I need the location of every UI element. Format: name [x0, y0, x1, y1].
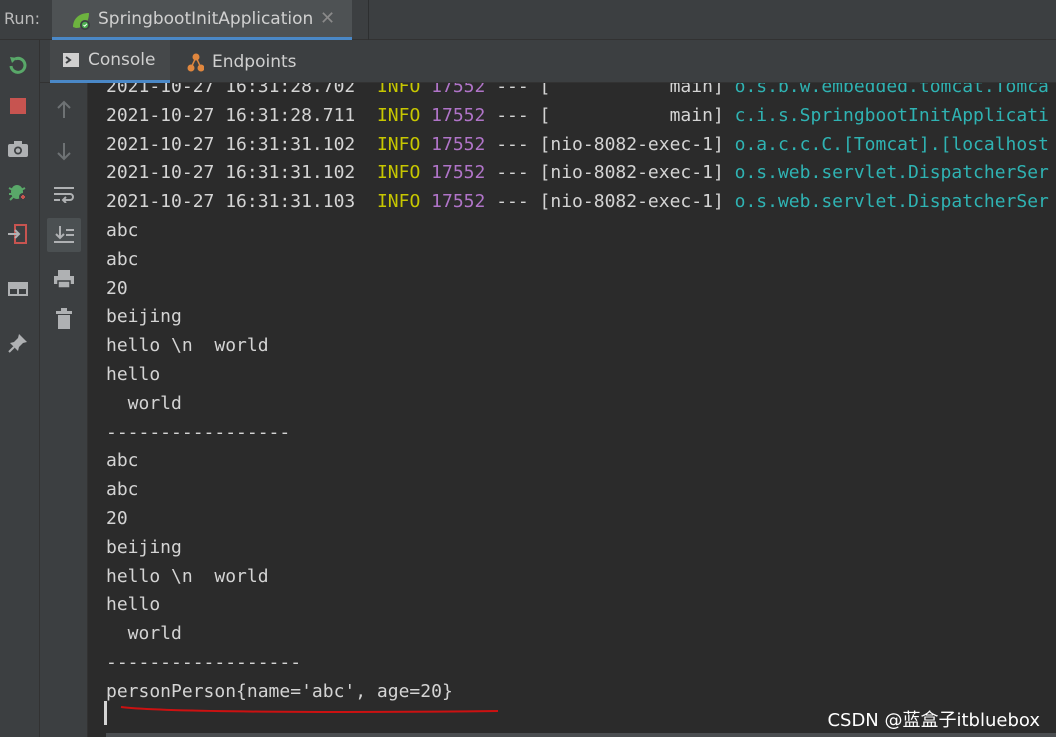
log-separator: --- — [496, 104, 529, 126]
run-config-tab[interactable]: SpringbootInitApplication ✕ — [52, 0, 352, 40]
run-tool-window-header: Run: SpringbootInitApplication ✕ — [0, 0, 1056, 40]
exit-icon[interactable] — [5, 221, 31, 247]
output-line: world — [106, 392, 182, 414]
log-date: 2021-10-27 — [106, 133, 215, 155]
run-tab-title: SpringbootInitApplication — [98, 9, 314, 29]
scroll-to-end-icon[interactable] — [47, 218, 81, 252]
up-arrow-icon[interactable] — [47, 93, 81, 127]
output-line: abc — [106, 450, 139, 472]
log-separator: --- — [496, 133, 529, 155]
close-tab-icon[interactable]: ✕ — [320, 8, 335, 29]
log-line: 2021-10-27 16:31:31.102 INFO 17552 --- [… — [106, 159, 1049, 188]
log-logger: o.s.web.servlet.DispatcherSer — [734, 162, 1049, 184]
header-divider — [368, 0, 369, 40]
log-thread: [nio-8082-exec-1] — [539, 191, 724, 213]
output-line: beijing — [106, 306, 182, 328]
output-line: personPerson{name='abc', age=20} — [106, 680, 453, 702]
log-thread: [nio-8082-exec-1] — [539, 162, 724, 184]
spring-boot-icon — [70, 10, 92, 32]
log-level: INFO — [376, 162, 421, 184]
log-separator: --- — [496, 83, 529, 97]
output-line: hello — [106, 594, 161, 616]
output-line: 20 — [106, 507, 128, 529]
log-time: 16:31:31.103 — [225, 191, 356, 213]
layout-icon[interactable] — [5, 276, 31, 302]
log-level: INFO — [376, 133, 421, 155]
log-time: 16:31:28.702 — [225, 83, 356, 97]
debug-bug-icon[interactable] — [5, 178, 31, 204]
log-level: INFO — [376, 191, 421, 213]
log-time: 16:31:31.102 — [225, 133, 356, 155]
log-separator: --- — [496, 191, 529, 213]
stop-icon[interactable] — [5, 93, 31, 119]
run-label: Run: — [4, 9, 41, 28]
rerun-icon[interactable] — [5, 52, 31, 78]
tab-endpoints[interactable]: Endpoints — [186, 40, 316, 83]
log-time: 16:31:31.102 — [225, 162, 356, 184]
log-pid: 17552 — [431, 191, 486, 213]
log-logger: c.i.s.SpringbootInitApplicati — [734, 104, 1049, 126]
log-level: INFO — [376, 83, 421, 97]
log-level: INFO — [376, 104, 421, 126]
horizontal-scrollbar[interactable] — [106, 733, 1056, 737]
tab-endpoints-label: Endpoints — [212, 51, 297, 72]
output-line: abc — [106, 248, 139, 270]
camera-icon[interactable] — [5, 136, 31, 162]
output-line: hello — [106, 363, 161, 385]
output-line: ----------------- — [106, 421, 291, 443]
output-line: ------------------ — [106, 651, 302, 673]
console-icon — [62, 51, 80, 69]
log-date: 2021-10-27 — [106, 191, 215, 213]
output-line: world — [106, 623, 182, 645]
log-pid: 17552 — [431, 83, 486, 97]
down-arrow-icon[interactable] — [47, 134, 81, 168]
log-time: 16:31:28.711 — [225, 104, 356, 126]
print-icon[interactable] — [47, 262, 81, 296]
output-line: 20 — [106, 277, 128, 299]
output-line: abc — [106, 219, 139, 241]
log-pid: 17552 — [431, 104, 486, 126]
log-line: 2021-10-27 16:31:28.702 INFO 17552 --- [… — [106, 83, 1049, 102]
output-line: abc — [106, 479, 139, 501]
tab-console[interactable]: Console — [50, 40, 170, 83]
log-thread: [ main] — [539, 83, 724, 97]
text-cursor — [104, 701, 107, 725]
console-subtab-bar: Console Endpoints — [40, 40, 1056, 83]
log-line: 2021-10-27 16:31:31.102 INFO 17552 --- [… — [106, 131, 1049, 160]
output-line: beijing — [106, 536, 182, 558]
console-toolbar — [40, 83, 88, 737]
log-thread: [ main] — [539, 104, 724, 126]
console-output[interactable]: 2021-10-27 16:31:28.702 INFO 17552 --- [… — [88, 83, 1056, 737]
log-date: 2021-10-27 — [106, 104, 215, 126]
endpoints-icon — [186, 53, 204, 71]
run-left-toolbar — [0, 40, 40, 737]
log-logger: o.s.b.w.embedded.tomcat.Tomca — [734, 83, 1049, 97]
log-thread: [nio-8082-exec-1] — [539, 133, 724, 155]
log-pid: 17552 — [431, 162, 486, 184]
log-line: 2021-10-27 16:31:31.103 INFO 17552 --- [… — [106, 188, 1049, 217]
log-date: 2021-10-27 — [106, 162, 215, 184]
log-pid: 17552 — [431, 133, 486, 155]
log-line: 2021-10-27 16:31:28.711 INFO 17552 --- [… — [106, 102, 1049, 131]
clear-icon[interactable] — [47, 302, 81, 336]
log-separator: --- — [496, 162, 529, 184]
soft-wrap-icon[interactable] — [47, 177, 81, 211]
log-logger: o.s.web.servlet.DispatcherSer — [734, 191, 1049, 213]
console-lines: 2021-10-27 16:31:28.702 INFO 17552 --- [… — [106, 83, 1049, 707]
watermark: CSDN @蓝盒子itbluebox — [827, 710, 1040, 731]
output-line: hello \n world — [106, 335, 269, 357]
output-line: hello \n world — [106, 565, 269, 587]
log-logger: o.a.c.c.C.[Tomcat].[localhost — [734, 133, 1049, 155]
tab-console-label: Console — [88, 50, 156, 70]
log-date: 2021-10-27 — [106, 83, 215, 97]
pin-icon[interactable] — [5, 330, 31, 356]
